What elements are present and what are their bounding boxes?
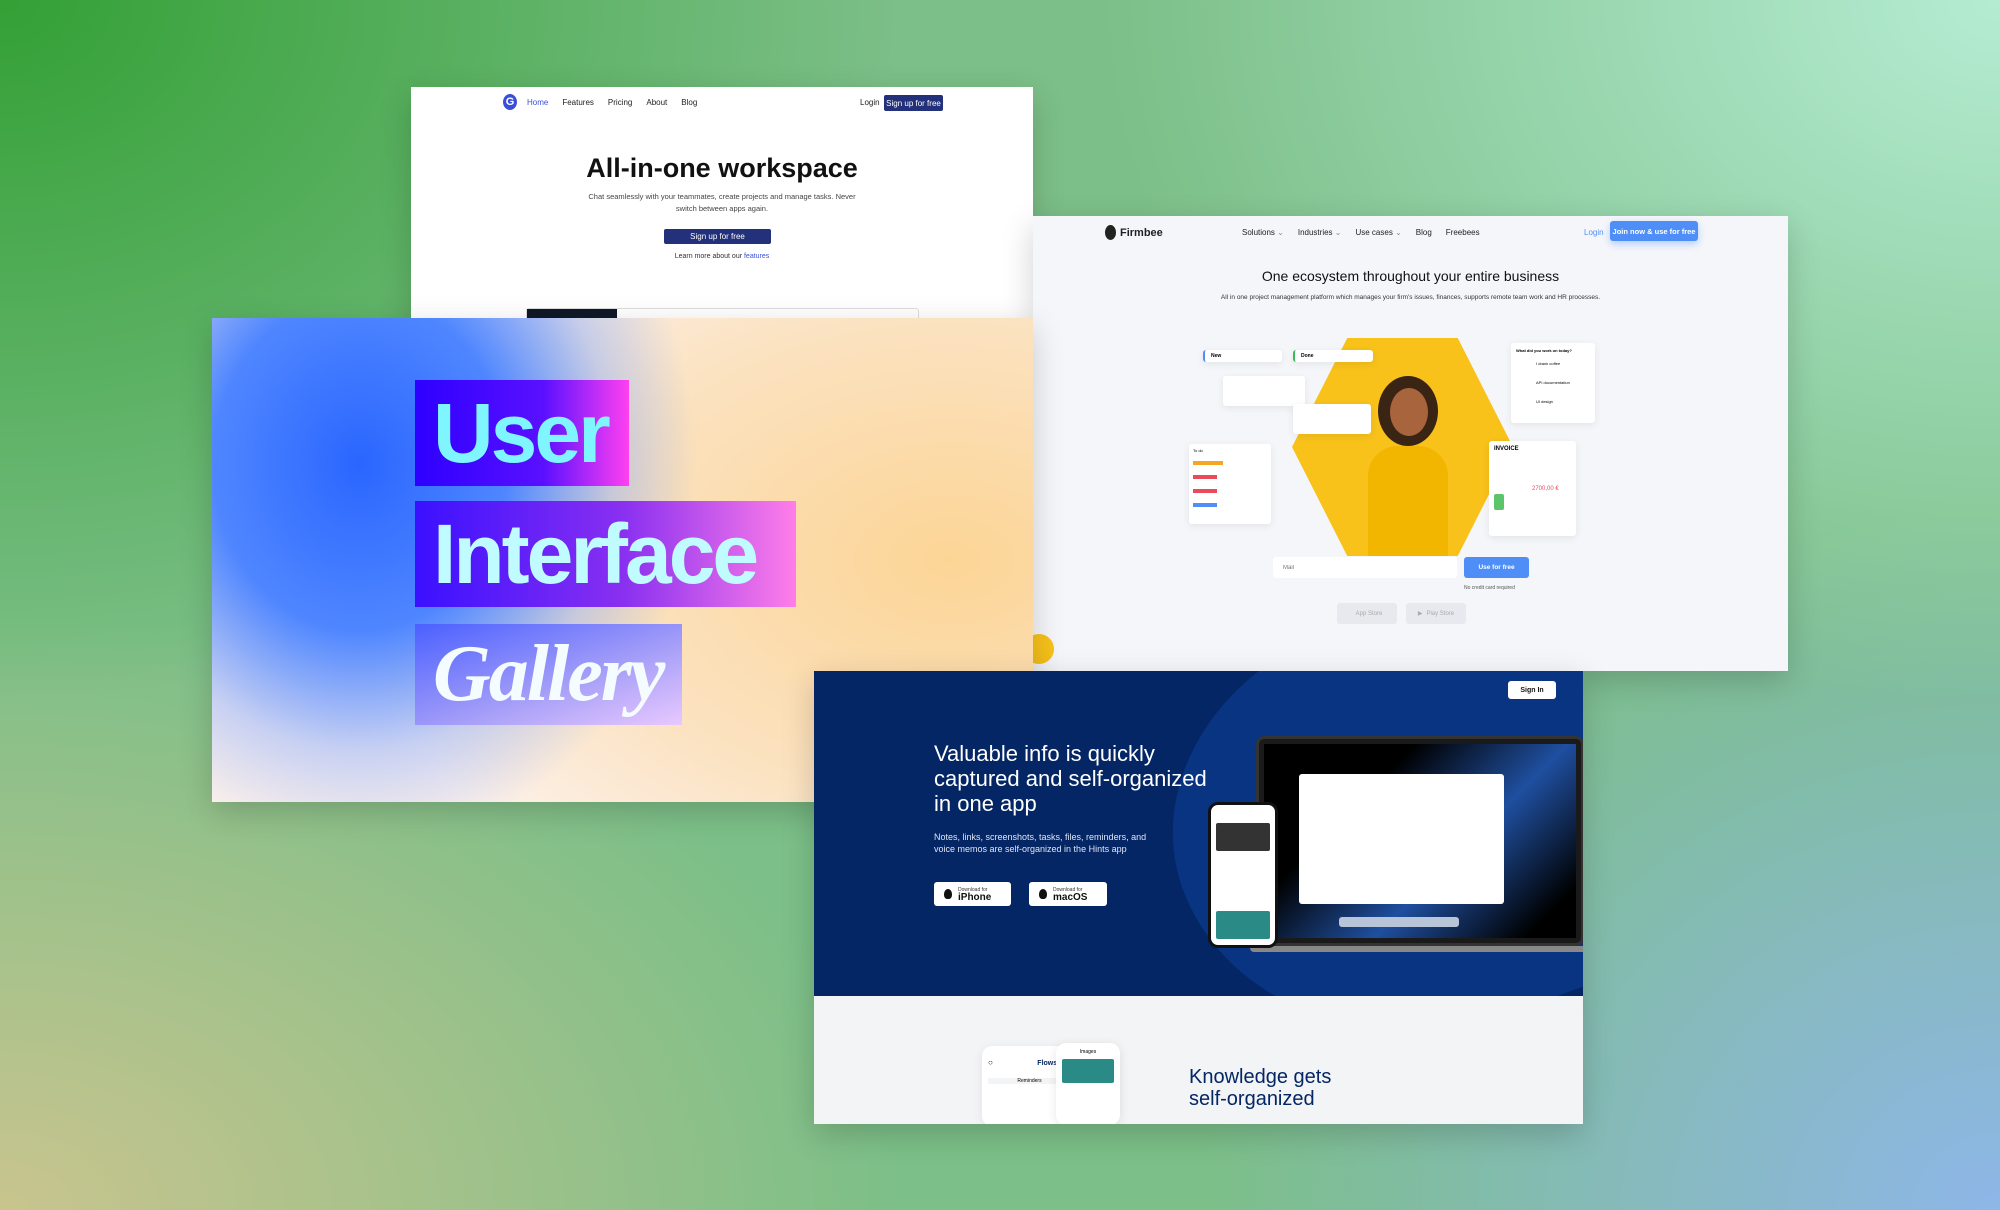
person-shirt bbox=[1368, 446, 1448, 556]
subtitle: Chat seamlessly with your teammates, cre… bbox=[588, 192, 856, 213]
apple-icon bbox=[944, 889, 952, 899]
calculator-icon bbox=[1494, 494, 1504, 510]
title-user: User bbox=[415, 380, 629, 486]
page-title: All-in-one workspace bbox=[586, 153, 858, 183]
login-link[interactable]: Login bbox=[860, 98, 880, 107]
use-for-free-button[interactable]: Use for free bbox=[1464, 557, 1529, 578]
todo-card: To do bbox=[1189, 444, 1271, 524]
laptop-mockup bbox=[1256, 736, 1583, 946]
nav-about[interactable]: About bbox=[646, 98, 667, 107]
features-link[interactable]: features bbox=[744, 253, 769, 260]
person-face bbox=[1390, 388, 1428, 436]
nav-blog[interactable]: Blog bbox=[1416, 228, 1432, 237]
join-button[interactable]: Join now & use for free bbox=[1610, 221, 1698, 241]
apple-icon bbox=[1039, 889, 1047, 899]
play-icon: ▶ bbox=[1417, 611, 1423, 617]
workspace-screenshot-card[interactable]: G Home Features Pricing About Blog Login… bbox=[411, 87, 1033, 327]
task-card bbox=[1223, 376, 1305, 406]
learn-more: Learn more about our features bbox=[674, 253, 770, 260]
app-store-button[interactable]: App Store bbox=[1337, 603, 1397, 624]
chat-card: What did you work on today? I drank coff… bbox=[1511, 343, 1595, 423]
nav-home[interactable]: Home bbox=[527, 98, 548, 107]
chevron-down-icon: ⌄ bbox=[1395, 228, 1402, 237]
nav-pricing[interactable]: Pricing bbox=[608, 98, 632, 107]
chevron-down-icon: ⌄ bbox=[1334, 228, 1342, 237]
task-card bbox=[1293, 404, 1371, 434]
workspace-logo[interactable]: G bbox=[503, 94, 517, 110]
hints-screenshot-card[interactable]: Sign In Valuable info is quickly captured… bbox=[814, 671, 1583, 1124]
nav-freebees[interactable]: Freebees bbox=[1446, 228, 1480, 237]
hero-headline: Valuable info is quickly captured and sel… bbox=[934, 741, 1207, 816]
title-interface: Interface bbox=[415, 501, 796, 607]
mail-input[interactable] bbox=[1273, 557, 1457, 578]
invoice-card: INVOICE 2700,00 € bbox=[1489, 441, 1576, 536]
nav-blog[interactable]: Blog bbox=[681, 98, 697, 107]
nav-industries[interactable]: Industries ⌄ bbox=[1298, 228, 1342, 237]
no-credit-note: No credit card required bbox=[1464, 585, 1515, 591]
nav-features[interactable]: Features bbox=[562, 98, 594, 107]
hero-description: Notes, links, screenshots, tasks, files,… bbox=[934, 832, 1147, 854]
title-gallery: Gallery bbox=[415, 624, 682, 725]
download-iphone-button[interactable]: Download for iPhone bbox=[934, 882, 1011, 906]
firmbee-logo[interactable]: Firmbee bbox=[1105, 225, 1163, 240]
firmbee-screenshot-card[interactable]: Firmbee Solutions ⌄ Industries ⌄ Use cas… bbox=[1033, 216, 1788, 671]
laptop-base bbox=[1250, 946, 1583, 952]
kanban-new: New bbox=[1203, 350, 1282, 362]
bee-icon bbox=[1105, 225, 1116, 240]
knowledge-heading: Knowledge gets self-organized bbox=[1189, 1066, 1332, 1110]
signup-cta-button[interactable]: Sign up for free bbox=[664, 229, 771, 244]
download-macos-button[interactable]: Download for macOS bbox=[1029, 882, 1107, 906]
nav-solutions[interactable]: Solutions ⌄ bbox=[1242, 228, 1284, 237]
nav-use-cases[interactable]: Use cases ⌄ bbox=[1355, 228, 1401, 237]
signup-nav-button[interactable]: Sign up for free bbox=[884, 95, 943, 111]
play-store-button[interactable]: ▶ Play Store bbox=[1406, 603, 1466, 624]
hero-section: Sign In Valuable info is quickly captured… bbox=[814, 671, 1583, 996]
search-icon: ○ bbox=[988, 1058, 993, 1067]
chevron-down-icon: ⌄ bbox=[1277, 228, 1284, 237]
phone-mockup bbox=[1208, 802, 1278, 948]
hero-title: One ecosystem throughout your entire bus… bbox=[1261, 268, 1560, 284]
sign-in-button[interactable]: Sign In bbox=[1508, 681, 1556, 699]
hero-subtitle: All in one project management platform w… bbox=[1220, 294, 1601, 301]
login-link[interactable]: Login bbox=[1584, 228, 1604, 237]
kanban-done: Done bbox=[1293, 350, 1373, 362]
images-phone-mockup: Images bbox=[1056, 1043, 1120, 1124]
